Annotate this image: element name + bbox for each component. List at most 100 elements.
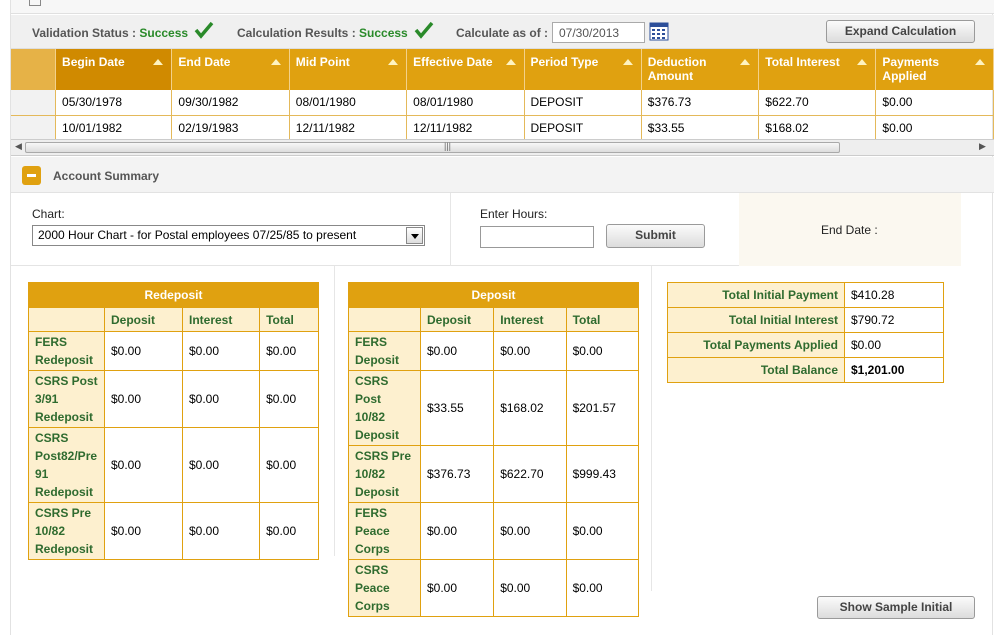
column-header-period-type[interactable]: Period Type (524, 49, 642, 90)
row-selector[interactable] (11, 115, 57, 139)
effective-date-cell: 12/11/1982 (406, 115, 525, 139)
grid-horizontal-scrollbar[interactable]: ◀ ||| ▶ (11, 139, 994, 156)
table-row: FERS Redeposit $0.00 $0.00 $0.00 (28, 331, 319, 371)
total-initial-payment-value: $410.28 (844, 282, 944, 308)
redeposit-col-deposit: Deposit (104, 307, 183, 332)
interest-cell: $0.00 (181, 427, 261, 503)
total-cell: $201.57 (565, 370, 640, 446)
sort-ascending-icon (388, 59, 399, 65)
row-label: CSRS Post82/Pre 91 Redeposit (28, 427, 105, 503)
row-selector-header (11, 49, 57, 90)
column-header-label: Effective Date (413, 55, 493, 69)
redeposit-table: Redeposit Deposit Interest Total FERS Re… (28, 282, 319, 560)
chevron-down-icon[interactable] (406, 227, 423, 244)
calendar-icon[interactable] (649, 21, 669, 41)
table-row: Total Initial Interest $790.72 (667, 307, 944, 333)
payments-applied-cell: $0.00 (875, 115, 994, 139)
column-header-total-interest[interactable]: Total Interest (758, 49, 877, 90)
expand-calculation-button[interactable]: Expand Calculation (826, 20, 975, 43)
total-cell: $0.00 (259, 370, 319, 428)
scrollbar-thumb[interactable]: ||| (25, 141, 840, 153)
calculate-as-of-input[interactable]: 07/30/2013 (552, 22, 645, 43)
interest-cell: $0.00 (493, 502, 567, 560)
column-header-deduction-amount[interactable]: Deduction Amount (641, 49, 760, 90)
deposit-cell: $0.00 (419, 559, 495, 617)
calculate-as-of-label: Calculate as of : (456, 26, 549, 40)
column-header-label: Total Interest (765, 55, 840, 69)
scroll-right-arrow-icon[interactable]: ▶ (979, 141, 986, 152)
total-cell: $0.00 (259, 502, 319, 560)
interest-cell: $0.00 (181, 331, 261, 371)
sort-ascending-icon (740, 59, 751, 65)
interest-cell: $0.00 (181, 502, 261, 560)
total-cell: $0.00 (565, 502, 640, 560)
table-row: FERS Deposit $0.00 $0.00 $0.00 (348, 331, 640, 371)
divider (450, 193, 451, 266)
table-row: Total Payments Applied $0.00 (667, 332, 944, 358)
total-cell: $0.00 (259, 331, 319, 371)
deposit-cell: $0.00 (104, 370, 183, 428)
deposit-caption: Deposit (348, 282, 639, 308)
chart-select[interactable]: 2000 Hour Chart - for Postal employees 0… (32, 225, 425, 246)
submit-button[interactable]: Submit (606, 224, 705, 248)
column-header-begin-date[interactable]: Begin Date (55, 49, 173, 90)
row-label: FERS Redeposit (28, 331, 105, 371)
deposit-table: Deposit Deposit Interest Total FERS Depo… (348, 282, 640, 617)
deduction-amount-cell: $33.55 (641, 115, 760, 139)
table-row: CSRS Peace Corps $0.00 $0.00 $0.00 (348, 559, 640, 617)
collapse-icon[interactable] (22, 166, 41, 185)
total-cell: $0.00 (565, 559, 640, 617)
row-label: CSRS Post 3/91 Redeposit (28, 370, 105, 428)
table-row[interactable]: 10/01/1982 02/19/1983 12/11/1982 12/11/1… (11, 115, 994, 139)
row-selector[interactable] (11, 90, 57, 116)
effective-date-cell: 08/01/1980 (406, 90, 525, 116)
column-header-label: Payments Applied (882, 55, 940, 83)
period-type-cell: DEPOSIT (524, 90, 642, 116)
total-balance-value: $1,201.00 (844, 357, 944, 383)
deposit-cell: $0.00 (104, 331, 183, 371)
sort-ascending-icon (857, 59, 868, 65)
success-check-icon (414, 21, 434, 39)
end-date-cell: 09/30/1982 (171, 90, 290, 116)
calculation-status: Calculation Results : Success (237, 26, 408, 40)
total-cell: $0.00 (259, 427, 319, 503)
calculation-status-value: Success (359, 26, 408, 40)
total-balance-label: Total Balance (667, 357, 845, 383)
scroll-left-arrow-icon[interactable]: ◀ (15, 141, 22, 152)
show-sample-initial-button[interactable]: Show Sample Initial (817, 596, 975, 619)
collapsed-section-icon (29, 0, 41, 6)
chart-select-value: 2000 Hour Chart - for Postal employees 0… (38, 228, 357, 242)
divider (651, 266, 652, 591)
sort-ascending-icon (153, 59, 164, 65)
table-row: CSRS Pre 10/82 Deposit $376.73 $622.70 $… (348, 445, 640, 503)
table-row: CSRS Post82/Pre 91 Redeposit $0.00 $0.00… (28, 427, 319, 503)
sort-ascending-icon (975, 59, 985, 65)
column-header-payments-applied[interactable]: Payments Applied (875, 49, 994, 90)
sort-ascending-icon (505, 59, 516, 65)
column-header-mid-point[interactable]: Mid Point (289, 49, 408, 90)
deposit-cell: $0.00 (104, 427, 183, 503)
column-header-label: Mid Point (295, 55, 350, 69)
account-summary-title: Account Summary (53, 169, 160, 183)
validation-status-label: Validation Status : (32, 26, 137, 40)
redeposit-corner (28, 307, 105, 332)
row-label: FERS Deposit (348, 331, 421, 371)
total-interest-cell: $168.02 (758, 115, 877, 139)
mid-point-cell: 08/01/1980 (289, 90, 408, 116)
column-header-effective-date[interactable]: Effective Date (406, 49, 525, 90)
column-header-end-date[interactable]: End Date (171, 49, 290, 90)
enter-hours-input[interactable] (480, 226, 594, 248)
account-summary-header[interactable]: Account Summary (11, 157, 994, 193)
redeposit-col-interest: Interest (181, 307, 261, 332)
end-date-cell: 02/19/1983 (171, 115, 290, 139)
sort-ascending-icon (622, 59, 633, 65)
table-row[interactable]: 05/30/1978 09/30/1982 08/01/1980 08/01/1… (11, 90, 994, 116)
row-label: CSRS Pre 10/82 Deposit (348, 445, 421, 503)
table-row: FERS Peace Corps $0.00 $0.00 $0.00 (348, 502, 640, 560)
table-row: Total Initial Payment $410.28 (667, 282, 944, 308)
total-cell: $999.43 (565, 445, 640, 503)
column-header-label: End Date (178, 55, 231, 69)
table-row: CSRS Pre 10/82 Redeposit $0.00 $0.00 $0.… (28, 502, 319, 560)
deposit-col-interest: Interest (493, 307, 567, 332)
interest-cell: $0.00 (493, 331, 567, 371)
